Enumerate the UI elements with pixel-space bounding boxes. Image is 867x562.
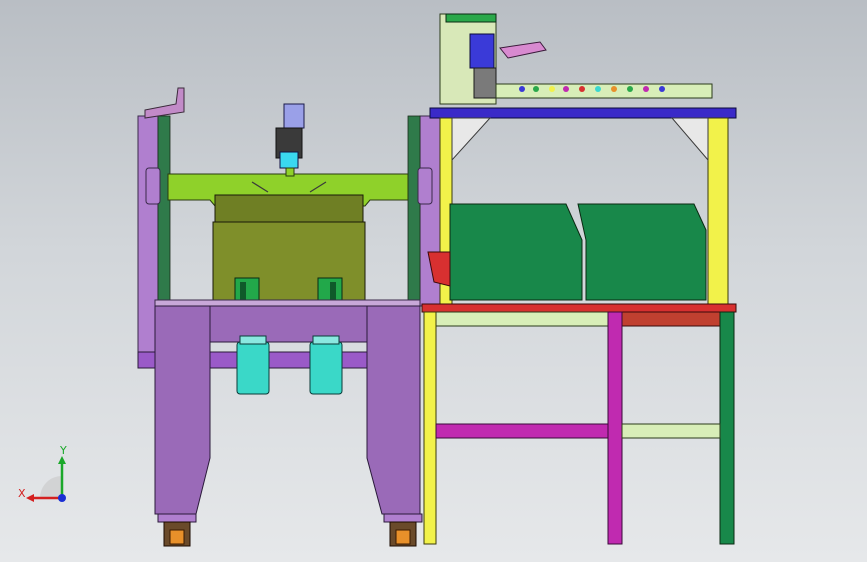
table-top-red: [421, 303, 737, 313]
left-leg: [154, 305, 211, 515]
roller: [611, 86, 617, 92]
cylinder-left-cap: [239, 335, 267, 345]
left-foot-plate: [157, 513, 197, 523]
left-inner-column: [157, 115, 171, 307]
roller: [549, 86, 555, 92]
crossbar-right-clamp: [417, 167, 433, 205]
lower-rail-magenta: [435, 423, 609, 439]
left-caster-wheel: [169, 529, 185, 545]
right-caster-wheel: [395, 529, 411, 545]
roller: [563, 86, 569, 92]
cad-viewport[interactable]: X Y: [0, 0, 867, 562]
roller: [533, 86, 539, 92]
roller: [659, 86, 665, 92]
top-carriage-arm: [499, 41, 547, 59]
top-motor-stem: [285, 167, 295, 177]
table-leg-green: [719, 311, 735, 545]
cylinder-right: [309, 341, 343, 395]
table-red-rail: [621, 311, 721, 327]
right-machine-assembly: [421, 13, 737, 545]
cylinder-right-cap: [312, 335, 340, 345]
roller: [519, 86, 525, 92]
x-axis-arrow: [26, 494, 34, 502]
coordinate-triad: X Y: [18, 444, 67, 502]
hopper-top: [214, 194, 364, 224]
right-leg: [366, 305, 421, 515]
right-inner-column-left-machine: [407, 115, 421, 307]
lower-rail-pale: [621, 423, 721, 439]
cylinder-left: [236, 341, 270, 395]
right-foot-plate: [383, 513, 423, 523]
chute-left-inner: [240, 282, 246, 300]
green-bin-left: [449, 203, 583, 301]
top-carriage-green-bar: [445, 13, 497, 23]
roller: [627, 86, 633, 92]
table-leg-yellow: [423, 311, 437, 545]
top-carriage-blue-block: [469, 33, 495, 69]
conveyor-belt: [495, 83, 713, 99]
top-motor-housing: [283, 103, 305, 129]
crossbar-left-clamp: [145, 167, 161, 205]
green-bin-right: [577, 203, 707, 301]
roller: [643, 86, 649, 92]
z-axis-dot: [58, 494, 66, 502]
gusset-left: [451, 117, 492, 162]
top-carriage-motor: [473, 67, 497, 99]
table-leg-magenta: [607, 311, 623, 545]
yellow-column-right: [707, 117, 729, 309]
roller: [579, 86, 585, 92]
leg-crossbeam: [209, 305, 368, 343]
x-axis-label: X: [18, 487, 26, 500]
triad-base-arc: [40, 476, 62, 498]
roller: [595, 86, 601, 92]
crank-handle: [144, 87, 185, 119]
y-axis-arrow: [58, 456, 66, 464]
table-pale-rail: [435, 311, 609, 327]
left-machine-assembly: [137, 87, 441, 547]
hopper-green-chute-left: [234, 277, 260, 303]
gusset-right: [670, 117, 709, 162]
chute-right-inner: [330, 282, 336, 300]
top-blue-beam: [429, 107, 737, 119]
y-axis-label: Y: [59, 444, 67, 457]
top-motor-cyan-block: [279, 151, 299, 169]
